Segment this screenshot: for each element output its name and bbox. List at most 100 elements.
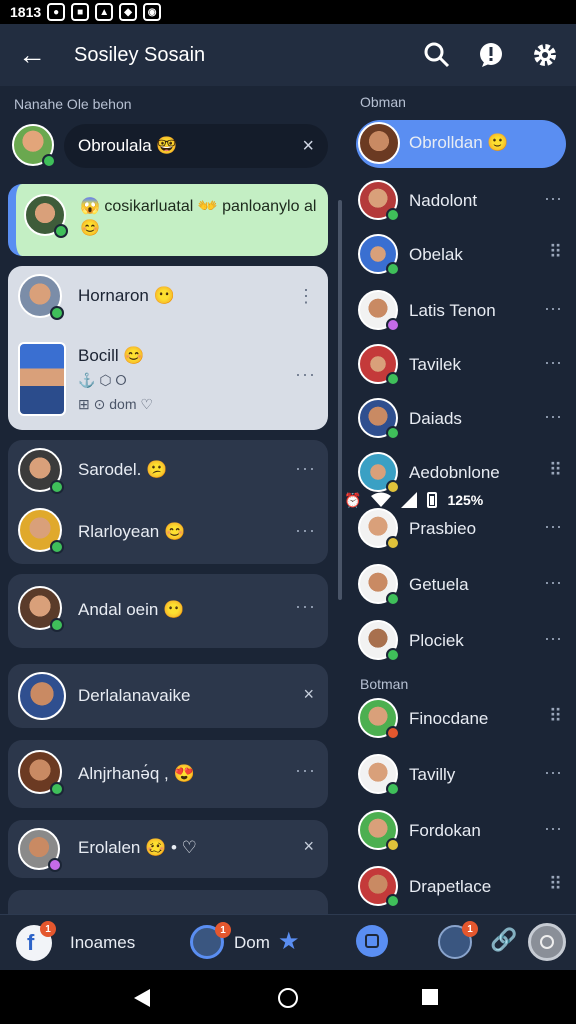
contact-name: Tavilly xyxy=(409,765,456,784)
menu-icon[interactable] xyxy=(356,925,388,957)
contact-row[interactable]: Getuela ··· xyxy=(344,558,576,614)
status-bar: 1813 ● ■ ▲ ◆ ◉ ⏰ 125% xyxy=(0,0,576,508)
contact-row[interactable]: Obelak ⠿ xyxy=(344,228,576,284)
avatar xyxy=(358,398,400,440)
avatar xyxy=(18,672,66,720)
contact-name: Latis Tenon xyxy=(409,301,496,320)
avatar xyxy=(358,234,400,276)
search-icon[interactable] xyxy=(424,42,450,68)
nav-home-icon[interactable] xyxy=(277,987,299,1009)
tab-label[interactable]: Dom xyxy=(234,933,270,953)
avatar xyxy=(18,750,64,796)
more-options-icon[interactable]: ⋮ xyxy=(297,286,316,307)
avatar xyxy=(358,508,400,550)
section-label: Nanahe Ole behon xyxy=(14,96,132,112)
nav-recents-icon[interactable] xyxy=(421,988,439,1006)
chat-name: Alnjrhanə́q , 😍 xyxy=(78,764,195,783)
contact-name: Plociek xyxy=(409,631,464,650)
star-icon[interactable]: ★ xyxy=(278,927,300,956)
more-options-icon[interactable]: ··· xyxy=(544,628,562,649)
drag-handle-icon[interactable]: ⠿ xyxy=(549,242,562,263)
chat-group-card[interactable]: Sarodel. 😕 ··· Rlarloyean 😊 ··· xyxy=(8,440,328,564)
system-navigation-bar xyxy=(0,970,576,1024)
avatar xyxy=(18,586,64,632)
dom-icon[interactable]: 1 xyxy=(190,922,231,959)
contact-row[interactable]: Obrolldan 🙂 xyxy=(344,116,576,172)
search-input[interactable]: Obroulala 🤓 × xyxy=(64,124,328,168)
tab-label[interactable]: Inoames xyxy=(70,933,135,953)
more-options-icon[interactable]: ··· xyxy=(544,352,562,373)
contact-name: Tavilek xyxy=(409,355,461,374)
avatar xyxy=(358,866,400,908)
contact-name: Getuela xyxy=(409,575,469,594)
avatar xyxy=(358,754,400,796)
chat-card[interactable]: Andal oein 😶 ··· xyxy=(8,574,328,648)
avatar xyxy=(358,620,400,662)
close-icon[interactable]: × xyxy=(303,684,314,705)
scrollbar[interactable] xyxy=(338,200,342,600)
contact-row[interactable]: Finocdane ⠿ xyxy=(344,692,576,748)
clear-icon[interactable]: × xyxy=(302,135,314,158)
more-options-icon[interactable]: ··· xyxy=(295,760,316,781)
more-options-icon[interactable]: ··· xyxy=(295,458,316,479)
message-bubble[interactable]: 😱 cosikarluatal 👐 panloanylo al 😊 xyxy=(8,184,328,256)
contact-name: Prasbieo xyxy=(409,519,477,538)
drag-handle-icon[interactable]: ⠿ xyxy=(549,706,562,727)
chat-card[interactable]: Alnjrhanə́q , 😍 ··· xyxy=(8,740,328,808)
more-options-icon[interactable]: ··· xyxy=(544,298,562,319)
notification-icon: ◆ xyxy=(119,3,138,21)
profile-icon[interactable] xyxy=(528,923,566,961)
settings-gear-icon[interactable] xyxy=(532,42,558,68)
avatar[interactable] xyxy=(12,124,56,168)
app-logo-icon[interactable]: f 1 xyxy=(16,921,56,961)
more-options-icon[interactable]: ··· xyxy=(544,188,562,209)
contact-name: Obrolldan 🙂 xyxy=(409,133,509,152)
chat-card[interactable] xyxy=(8,890,328,914)
contact-row[interactable]: Tavilek ··· xyxy=(344,338,576,394)
avatar xyxy=(358,122,400,164)
contact-name: Nadolont xyxy=(409,191,478,210)
chat-name: Bocill 😊 xyxy=(78,346,145,365)
chat-name: Rlarloyean 😊 xyxy=(78,522,186,541)
more-options-icon[interactable]: ··· xyxy=(295,596,316,617)
chat-name: Hornaron 😶 xyxy=(78,286,175,305)
avatar xyxy=(358,698,400,740)
search-value: Obroulala 🤓 xyxy=(78,136,178,155)
nav-back-icon[interactable] xyxy=(132,988,152,1008)
notification-icon: ● xyxy=(47,3,66,21)
more-options-icon[interactable]: ··· xyxy=(295,364,316,385)
more-options-icon[interactable]: ··· xyxy=(544,516,562,537)
clock-icon[interactable]: 1 xyxy=(438,921,478,959)
link-icon[interactable]: 🔗 xyxy=(490,927,517,953)
info-icon[interactable] xyxy=(478,42,504,68)
contact-row[interactable]: Nadolont ··· xyxy=(344,174,576,230)
avatar xyxy=(18,342,66,416)
avatar xyxy=(18,274,64,320)
close-icon[interactable]: × xyxy=(303,836,314,857)
contact-row[interactable]: Drapetlace ⠿ xyxy=(344,860,576,914)
chat-card[interactable]: Erolalen 🥴 • ♡ × xyxy=(8,820,328,878)
more-options-icon[interactable]: ··· xyxy=(544,406,562,427)
avatar xyxy=(358,344,400,386)
contact-name: Daiads xyxy=(409,409,462,428)
contact-row[interactable]: Daiads ··· xyxy=(344,392,576,448)
back-arrow-icon[interactable]: ← xyxy=(18,39,58,71)
notification-icon: ▲ xyxy=(95,3,114,21)
contact-name: Drapetlace xyxy=(409,877,492,896)
contact-row[interactable]: Tavilly ··· xyxy=(344,748,576,804)
drag-handle-icon[interactable]: ⠿ xyxy=(549,460,562,481)
contact-row[interactable]: Latis Tenon ··· xyxy=(344,284,576,340)
more-options-icon[interactable]: ··· xyxy=(544,762,562,783)
more-options-icon[interactable]: ··· xyxy=(544,818,562,839)
avatar xyxy=(18,828,62,872)
contact-row[interactable]: Aedobnlone ⠿ xyxy=(344,446,576,502)
chat-card[interactable]: Derlalanavaike × xyxy=(8,664,328,728)
drag-handle-icon[interactable]: ⠿ xyxy=(549,874,562,895)
contact-row[interactable]: Plociek ··· xyxy=(344,614,576,670)
chat-group-card[interactable]: Hornaron 😶 ⋮ Bocill 😊 ⚓ ⬡ ⭘ ⊞ ⊙ dom ♡ ··… xyxy=(8,266,328,430)
chat-actions: ⊞ ⊙ dom ♡ xyxy=(78,396,153,412)
more-options-icon[interactable]: ··· xyxy=(544,572,562,593)
contact-row[interactable]: Fordokan ··· xyxy=(344,804,576,860)
contact-row[interactable]: Prasbieo ··· xyxy=(344,502,576,558)
more-options-icon[interactable]: ··· xyxy=(295,520,316,541)
